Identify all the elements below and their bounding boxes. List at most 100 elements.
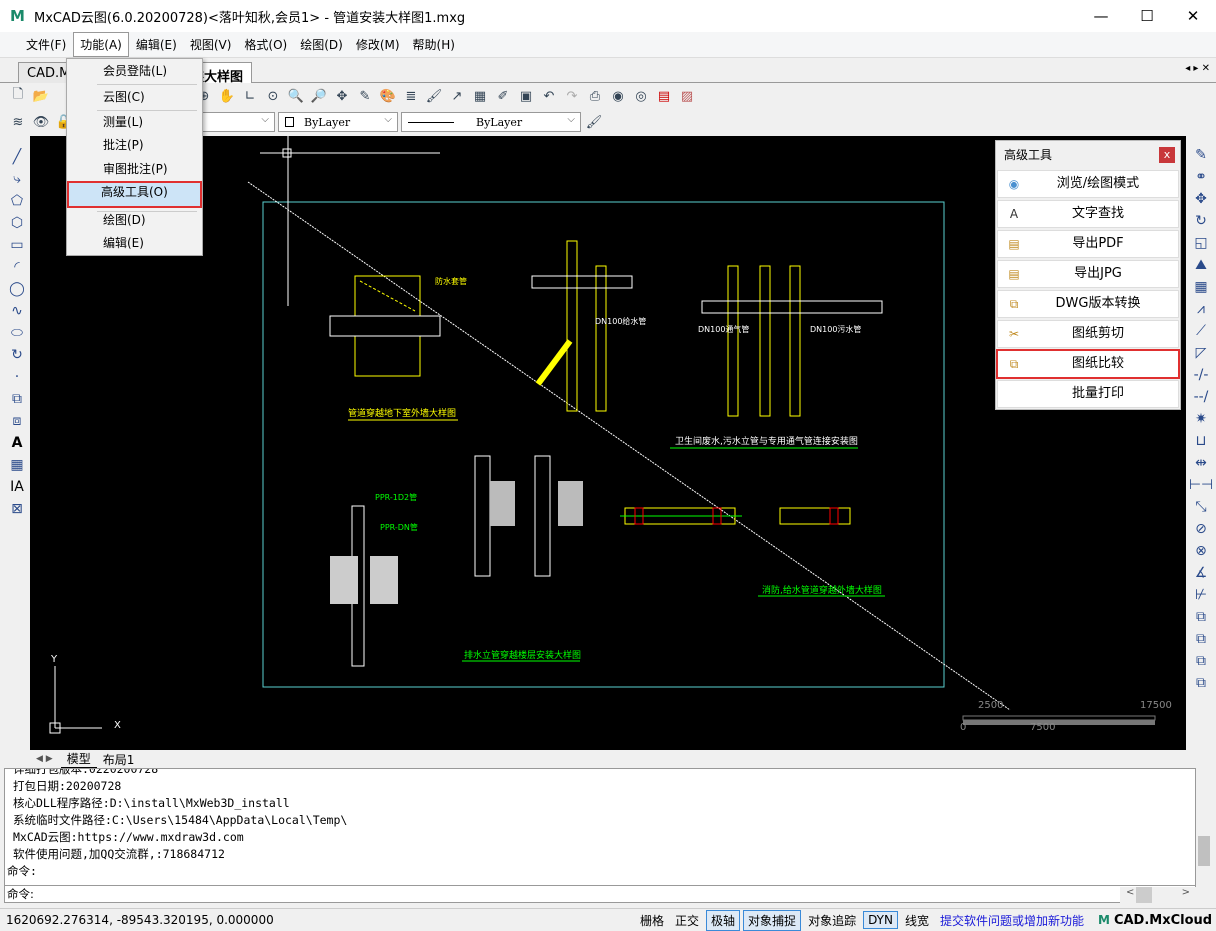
scale-icon[interactable]: ◱ [1190, 232, 1212, 254]
export-icon[interactable]: ↗ [447, 86, 467, 106]
menu-item-edit[interactable]: 编辑(E) [69, 232, 200, 254]
panel-dwg-convert[interactable]: ⧉ DWG版本转换 [997, 290, 1179, 318]
layer-visibility-icon[interactable]: 👁 [31, 112, 51, 132]
panel-drawing-cut[interactable]: ✂ 图纸剪切 [997, 320, 1179, 348]
color-select[interactable]: ByLayer ⌵ [278, 112, 398, 132]
layer-stack-icon[interactable]: ⧉ [1190, 606, 1212, 628]
undo-icon[interactable]: ↶ [539, 86, 559, 106]
menu-item-advanced-tools[interactable]: 高级工具(O) [67, 181, 202, 208]
panel-browse-draw-mode[interactable]: ◉ 浏览/绘图模式 [997, 170, 1179, 198]
menu-item-member-login[interactable]: 会员登陆(L) [69, 60, 200, 82]
dim-continue-icon[interactable]: ⊬ [1190, 584, 1212, 606]
trim-icon[interactable]: -/- [1190, 364, 1212, 386]
move-icon[interactable]: ✥ [1190, 188, 1212, 210]
ellipse-arc-icon[interactable]: ↻ [6, 344, 28, 366]
toggle-dyn[interactable]: DYN [863, 911, 898, 929]
mirror-icon[interactable]: ⩘ [1190, 298, 1212, 320]
erase-icon[interactable]: ✎ [1190, 144, 1212, 166]
layers-icon[interactable]: ≣ [401, 86, 421, 106]
tab-scroll-arrows-icon[interactable]: ◂ ▸ ✕ [1185, 63, 1210, 74]
dim-angle-icon[interactable]: ∡ [1190, 562, 1212, 584]
panel-text-search[interactable]: A 文字查找 [997, 200, 1179, 228]
linetype-select[interactable]: ByLayer ⌵ [401, 112, 581, 132]
toggle-polar[interactable]: 极轴 [706, 909, 741, 931]
point-icon[interactable]: · [6, 366, 28, 388]
pentagon-icon[interactable]: ⬡ [6, 212, 28, 234]
zoom-icon[interactable]: 🔎 [309, 86, 329, 106]
minimize-button[interactable]: — [1078, 0, 1124, 32]
dim-angular-icon[interactable]: ⤡ [1190, 496, 1212, 518]
panel-batch-print[interactable]: 批量打印 [997, 380, 1179, 408]
pencil-icon[interactable]: ✎ [355, 86, 375, 106]
panel-drawing-compare[interactable]: ⧉ 图纸比较 [996, 349, 1180, 379]
layout-tab-layout1[interactable]: 布局1 [97, 751, 141, 768]
polygon-icon[interactable]: ⬠ [6, 190, 28, 212]
menu-format[interactable]: 格式(O) [238, 33, 293, 56]
panel-export-pdf[interactable]: ▤ 导出PDF [997, 230, 1179, 258]
menu-help[interactable]: 帮助(H) [407, 33, 461, 56]
line-icon[interactable]: ╱ [6, 146, 28, 168]
ellipse-icon[interactable]: ⬭ [6, 322, 28, 344]
menu-modify[interactable]: 修改(M) [350, 33, 406, 56]
offset-icon[interactable]: ⟋ [1190, 320, 1212, 342]
polyline-icon[interactable]: ⤷ [6, 168, 28, 190]
dim-aligned-icon[interactable]: ⊢⊣ [1189, 474, 1213, 496]
close-button[interactable]: ✕ [1170, 0, 1216, 32]
layer-select[interactable]: ⌵ [201, 112, 275, 132]
extend-icon[interactable]: --/ [1190, 386, 1212, 408]
copy-icon[interactable]: ⚭ [1190, 166, 1212, 188]
toggle-grid[interactable]: 栅格 [636, 911, 668, 930]
pdf-icon[interactable]: ▤ [654, 86, 674, 106]
mtext-icon[interactable]: IA [6, 476, 28, 498]
zoom-extents-icon[interactable]: ⊙ [263, 86, 283, 106]
image-icon[interactable]: ▨ [677, 86, 697, 106]
circle-icon[interactable]: ◯ [6, 278, 28, 300]
layout-scroll-arrows-icon[interactable]: ◀ ▶ [36, 754, 53, 764]
panel-export-jpg[interactable]: ▤ 导出JPG [997, 260, 1179, 288]
stretch-icon[interactable]: ⛰ [1190, 254, 1212, 276]
properties-icon[interactable]: ▦ [470, 86, 490, 106]
command-input[interactable]: 命令: [4, 885, 1196, 903]
layout-tab-model[interactable]: 模型 [60, 750, 97, 768]
break-icon[interactable]: ⊔ [1190, 430, 1212, 452]
feedback-link[interactable]: 提交软件问题或增加新功能 [940, 912, 1084, 929]
dim-linear-icon[interactable]: ⇹ [1190, 452, 1212, 474]
layer-stack4-icon[interactable]: ⧉ [1190, 672, 1212, 694]
menu-item-review-annotate[interactable]: 审图批注(P) [69, 158, 200, 180]
zoom-window-icon[interactable]: 🔍 [286, 86, 306, 106]
insert-block-icon[interactable]: ⧉ [6, 388, 28, 410]
dim-diameter-icon[interactable]: ⊗ [1190, 540, 1212, 562]
layer-stack2-icon[interactable]: ⧉ [1190, 628, 1212, 650]
pan-icon[interactable]: ✋ [217, 86, 237, 106]
redo-icon[interactable]: ↷ [562, 86, 582, 106]
block-icon[interactable]: ▣ [516, 86, 536, 106]
command-scrollbar[interactable] [1196, 768, 1212, 888]
menu-edit[interactable]: 编辑(E) [130, 33, 183, 56]
render-icon[interactable]: ◉ [608, 86, 628, 106]
text-icon[interactable]: A [6, 432, 28, 454]
brush-icon[interactable]: 🖌 [424, 86, 444, 106]
menu-view[interactable]: 视图(V) [184, 33, 238, 56]
table-icon[interactable]: ▦ [6, 454, 28, 476]
palette-icon[interactable]: 🎨 [378, 86, 398, 106]
rectangle-icon[interactable]: ▭ [6, 234, 28, 256]
menu-item-measure[interactable]: 测量(L) [69, 111, 200, 133]
layer-stack3-icon[interactable]: ⧉ [1190, 650, 1212, 672]
horizontal-scrollbar[interactable]: < > [1120, 887, 1196, 903]
hatch-icon[interactable]: ⊠ [6, 498, 28, 520]
move-icon[interactable]: ✥ [332, 86, 352, 106]
toggle-lineweight[interactable]: 线宽 [901, 911, 933, 930]
new-file-icon[interactable]: 🗋 [8, 86, 28, 106]
open-file-icon[interactable]: 📂 [31, 86, 51, 106]
menu-file[interactable]: 文件(F) [20, 33, 72, 56]
print-icon[interactable]: ⎙ [585, 86, 605, 106]
render2-icon[interactable]: ◎ [631, 86, 651, 106]
toggle-osnap[interactable]: 对象捕捉 [743, 909, 802, 931]
match-properties-icon[interactable]: ✐ [493, 86, 513, 106]
arc-icon[interactable]: ◜ [6, 256, 28, 278]
menu-item-draw[interactable]: 绘图(D) [69, 209, 200, 231]
linetype-brush-icon[interactable]: 🖌 [584, 112, 604, 132]
array-icon[interactable]: ▦ [1190, 276, 1212, 298]
menu-item-cloud-drawing[interactable]: 云图(C) [69, 86, 200, 108]
fillet-icon[interactable]: ◸ [1190, 342, 1212, 364]
